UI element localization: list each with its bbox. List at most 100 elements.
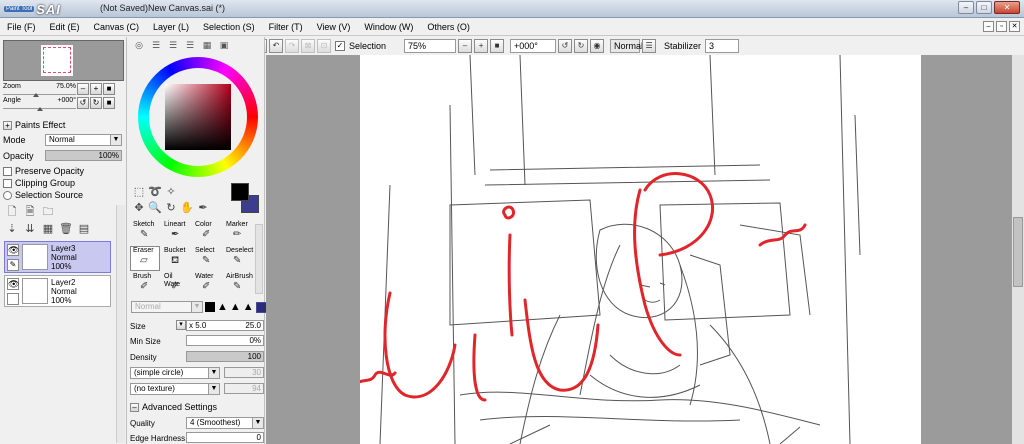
size-range-button[interactable]: ▾ [176,320,186,330]
tool-brush[interactable]: Brush ✐ [130,272,160,297]
new-folder-icon[interactable]: 🗀 [41,205,55,219]
hsv-slider-tab-icon[interactable]: ☰ [166,40,180,51]
gradation-tab-icon[interactable]: ☰ [183,40,197,51]
tool-marker[interactable]: Marker ✏ [223,220,253,245]
doc-minimize-button[interactable]: – [983,21,994,32]
deselect-icon[interactable]: ⊠ [301,38,315,53]
flatten-icon[interactable]: ▤ [77,222,91,236]
tip-shape-1-icon[interactable]: ▲ [217,301,228,313]
clipping-group-option[interactable]: Clipping Group [3,178,75,188]
clipping-group-checkbox[interactable] [3,178,12,188]
menu-others[interactable]: Others (O) [420,22,477,32]
merge-down-icon[interactable]: ⇊ [23,222,37,236]
view-mode-field[interactable]: Normal [610,38,643,53]
new-layer-icon[interactable]: 🗋 [5,205,19,219]
square-tip-icon[interactable] [205,302,215,312]
nav-zoom-in-button[interactable]: + [90,83,102,95]
canvas-vertical-scrollbar[interactable] [1012,55,1024,444]
rotate-icon[interactable]: ↻ [164,201,178,215]
nav-rotate-left-button[interactable]: ↺ [77,97,89,109]
menu-selection[interactable]: Selection (S) [196,22,262,32]
nav-rotate-reset-button[interactable]: ■ [103,97,115,109]
tool-eraser[interactable]: Eraser ▱ [130,246,160,271]
magic-wand-icon[interactable]: ✧ [164,185,178,199]
tool-select[interactable]: Select ✎ [192,246,222,271]
edge-hardness-slider[interactable]: 0 [186,432,264,443]
opacity-slider[interactable]: 100% [45,150,122,161]
rotate-left-button[interactable]: ↺ [558,38,573,53]
angle-slider-knob[interactable] [37,107,43,111]
size-slider[interactable]: x 5.0 25.0 [186,320,264,331]
stabilizer-field[interactable]: 3 [705,38,740,53]
canvas-viewport[interactable] [266,55,1024,444]
eye-icon[interactable]: 👁 [7,244,19,256]
tool-water[interactable]: Water ✐ [192,272,222,297]
flip-icon[interactable]: ☰ [642,38,657,53]
tool-airbrush[interactable]: AirBrush ✎ [223,272,253,297]
quality-select[interactable]: 4 (Smoothest) ▼ [186,417,264,429]
eyedropper-icon[interactable]: ✒ [196,201,210,215]
menu-layer[interactable]: Layer (L) [146,22,196,32]
rotate-reset-button[interactable]: ◉ [590,38,605,53]
zoom-reset-button[interactable]: ■ [490,38,505,53]
canvas-scroll-thumb[interactable] [1013,217,1023,287]
preserve-opacity-checkbox[interactable] [3,166,12,176]
canvas-paper[interactable] [348,55,921,444]
advanced-settings-header[interactable]: – Advanced Settings [130,402,217,412]
zoom-in-button[interactable]: + [474,38,489,53]
rotate-right-button[interactable]: ↻ [574,38,589,53]
zoom-field[interactable]: 75% [404,38,457,53]
color-wheel-tab-icon[interactable]: ◎ [132,40,146,51]
redo-icon[interactable]: ↷ [285,38,299,53]
brush-texture-strength[interactable]: 94 [224,383,264,394]
nav-zoom-reset-button[interactable]: ■ [103,83,115,95]
paints-effect-header[interactable]: + Paints Effect [3,120,65,130]
menu-filter[interactable]: Filter (T) [262,22,310,32]
navigator-preview[interactable] [3,40,124,81]
tool-sketch[interactable]: Sketch ✎ [130,220,160,245]
selection-source-radio[interactable] [3,190,12,200]
angle-slider[interactable] [3,104,76,111]
invert-selection-icon[interactable]: ⊡ [317,38,331,53]
menu-file[interactable]: File (F) [0,22,43,32]
undo-icon[interactable]: ↶ [269,38,283,53]
navigator-viewport[interactable] [43,47,71,73]
layer-mode-select[interactable]: Normal ▼ [45,134,122,146]
brush-shape-select[interactable]: (simple circle) ▼ [130,367,220,379]
tip-shape-2-icon[interactable]: ▲ [230,301,241,313]
tool-bucket[interactable]: Bucket ⛾ [161,246,191,271]
selection-checkbox[interactable]: ✓ [335,40,345,51]
brush-shape-strength[interactable]: 30 [224,367,264,378]
zoom-out-button[interactable]: – [458,38,473,53]
selection-toggle[interactable]: ✓ Selection [335,40,388,51]
tool-list-scrollbar[interactable] [255,224,263,294]
close-button[interactable]: ✕ [994,1,1020,14]
layer-item[interactable]: 👁 ✎ Layer3 Normal 100% [4,241,111,273]
menu-edit[interactable]: Edit (E) [43,22,87,32]
layer-item[interactable]: 👁 Layer2 Normal 100% [4,275,111,307]
lasso-icon[interactable]: ➰ [148,185,162,199]
scratch-pad-tab-icon[interactable]: ▣ [217,40,231,51]
tool-deselect[interactable]: Deselect ✎ [223,246,253,271]
nav-rotate-right-button[interactable]: ↻ [90,97,102,109]
foreground-color-swatch[interactable] [231,183,249,201]
eye-icon[interactable]: 👁 [7,278,19,290]
delete-layer-icon[interactable]: 🗑 [59,222,73,236]
nav-zoom-out-button[interactable]: – [77,83,89,95]
tool-oil-water[interactable]: Oil Wate ✐ [161,272,191,297]
tool-lineart[interactable]: Lineart ✒ [161,220,191,245]
saturation-value-square[interactable] [165,84,231,150]
expand-icon[interactable]: + [3,120,12,130]
selection-source-option[interactable]: Selection Source [3,190,83,200]
swatches-tab-icon[interactable]: ▦ [200,40,214,51]
layer-list-scrollbar[interactable] [116,205,125,443]
zoom-slider[interactable] [3,90,76,97]
doc-close-button[interactable]: ✕ [1009,21,1020,32]
brush-blend-select[interactable]: Normal ▼ [131,301,203,313]
layer-lock-box[interactable] [7,293,19,305]
zoom-icon[interactable]: 🔍 [148,201,162,215]
collapse-icon[interactable]: – [130,402,139,412]
minimize-button[interactable]: – [958,1,974,14]
clear-layer-icon[interactable]: ▦ [41,222,55,236]
pen-icon[interactable]: ✎ [7,259,19,271]
